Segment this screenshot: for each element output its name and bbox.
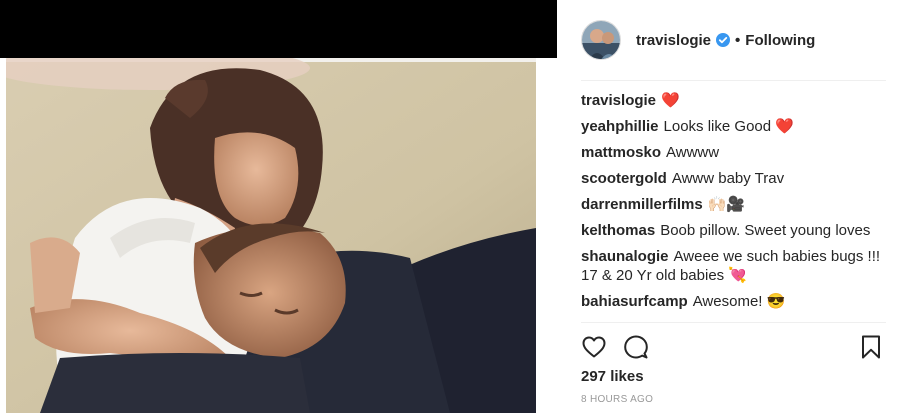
comment-button[interactable]: [623, 334, 649, 360]
save-button[interactable]: [858, 334, 884, 360]
avatar-photo-icon[interactable]: [581, 20, 621, 60]
post-actions: [581, 334, 886, 360]
comment-username[interactable]: kelthomas: [581, 222, 655, 239]
comment-text: Awesome!: [692, 293, 763, 310]
verified-badge-icon: [716, 33, 731, 47]
comment-text: Boob pillow. Sweet young loves: [660, 222, 871, 239]
photo-pane: [0, 0, 557, 413]
comment-emoji: ❤️: [775, 118, 794, 135]
comment-item: darrenmillerfilms 🙌🏻🎥: [581, 195, 886, 214]
comment-emoji: 💘: [728, 267, 748, 284]
header-separator: •: [735, 31, 741, 49]
comment-username[interactable]: darrenmillerfilms: [581, 196, 703, 213]
header-divider: [581, 80, 886, 81]
actions-divider: [581, 322, 886, 323]
speech-bubble-icon: [624, 335, 648, 359]
comment-emoji: ❤️: [661, 92, 680, 109]
comment-item: travislogie ❤️: [581, 91, 886, 110]
heart-outline-icon: [582, 336, 606, 358]
bookmark-icon: [862, 335, 880, 359]
photo-couple-sleeping: [0, 58, 557, 413]
comments-list[interactable]: travislogie ❤️ yeahphillie Looks like Good…: [581, 91, 886, 320]
photo-letterbox-bar: [0, 0, 557, 58]
following-button[interactable]: Following: [745, 32, 815, 49]
comment-item: kelthomas Boob pillow. Sweet young loves: [581, 221, 886, 240]
comment-username[interactable]: yeahphillie: [581, 118, 659, 135]
post-photo[interactable]: [0, 58, 557, 413]
comment-username[interactable]: scootergold: [581, 170, 667, 187]
comment-text: Awwww: [666, 144, 720, 161]
comment-username[interactable]: travislogie: [581, 92, 656, 109]
post-header: travislogie • Following: [581, 18, 886, 62]
comment-item: shaunalogie Aweee we such babies bugs !!!…: [581, 247, 886, 285]
comment-text: Awww baby Trav: [671, 170, 785, 187]
comment-text: Looks like Good: [663, 118, 772, 135]
likes-count[interactable]: 297 likes: [581, 368, 644, 385]
comment-item: scootergold Awww baby Trav: [581, 169, 886, 188]
comment-username[interactable]: mattmosko: [581, 144, 661, 161]
comment-emoji: 😎: [766, 293, 786, 310]
comment-item: bahiasurfcamp Awesome! 😎: [581, 292, 886, 311]
comment-item: mattmosko Awwww: [581, 143, 886, 162]
post-timestamp[interactable]: 8 HOURS AGO: [581, 394, 653, 405]
comment-item: yeahphillie Looks like Good ❤️: [581, 117, 886, 136]
post-side-panel: travislogie • Following travislogie ❤️ ye…: [557, 0, 900, 413]
comment-emoji: 🙌🏻🎥: [707, 196, 746, 213]
comment-username[interactable]: bahiasurfcamp: [581, 293, 688, 310]
like-button[interactable]: [581, 334, 607, 360]
comment-username[interactable]: shaunalogie: [581, 248, 669, 265]
post-author-username[interactable]: travislogie: [636, 32, 711, 49]
